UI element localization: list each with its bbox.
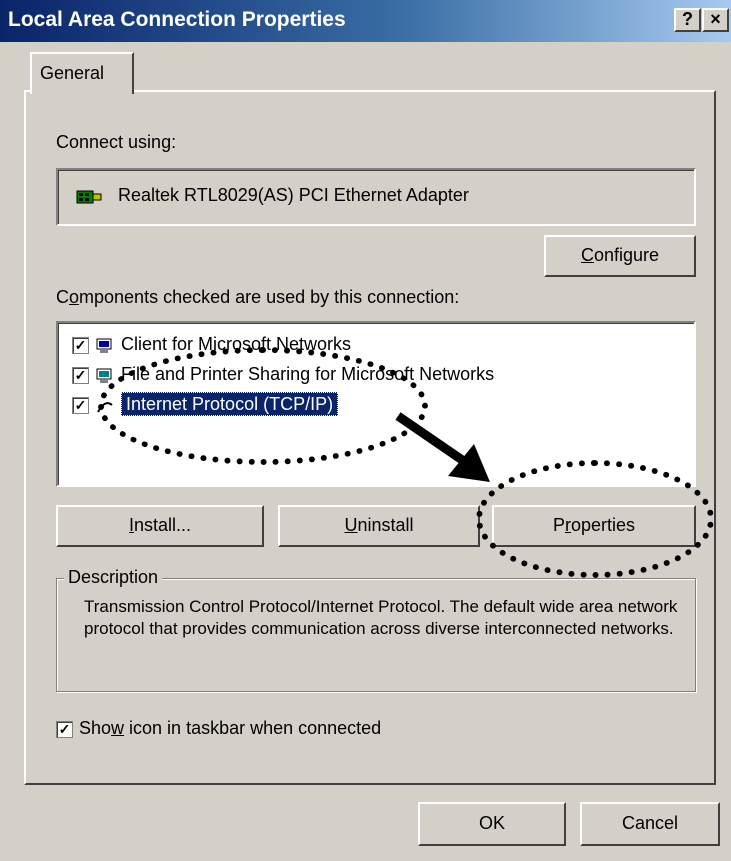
adapter-name: Realtek RTL8029(AS) PCI Ethernet Adapter — [118, 185, 469, 205]
close-button[interactable]: × — [702, 8, 729, 32]
title-bar[interactable]: Local Area Connection Properties ? × — [0, 0, 731, 42]
tab-general[interactable]: General — [30, 52, 134, 94]
network-client-icon — [95, 336, 115, 354]
ok-button[interactable]: OK — [418, 802, 566, 846]
configure-button[interactable]: Configure — [544, 235, 696, 277]
annotation-circle-properties — [476, 460, 714, 578]
annotation-arrow-icon — [395, 412, 490, 482]
annotation-circle-tcpip — [98, 347, 428, 465]
uninstall-button[interactable]: Uninstall — [278, 505, 480, 547]
description-text: Transmission Control Protocol/Internet P… — [84, 597, 678, 638]
help-button[interactable]: ? — [674, 8, 701, 32]
connect-using-label: Connect using: — [56, 132, 177, 152]
cancel-button[interactable]: Cancel — [580, 802, 720, 846]
show-icon-option[interactable]: ✓ Show icon in taskbar when connected — [56, 718, 381, 739]
show-icon-checkbox[interactable]: ✓ — [56, 720, 73, 738]
install-button[interactable]: Install... — [56, 505, 264, 547]
checkbox-tcpip[interactable]: ✓ — [72, 396, 89, 414]
checkbox-file-sharing[interactable]: ✓ — [72, 366, 89, 384]
description-title: Description — [64, 567, 163, 588]
components-label: Components checked are used by this conn… — [56, 287, 460, 307]
checkbox-client[interactable]: ✓ — [72, 336, 89, 354]
network-adapter-icon — [76, 188, 102, 211]
window-title: Local Area Connection Properties — [8, 8, 346, 31]
adapter-box: Realtek RTL8029(AS) PCI Ethernet Adapter — [56, 168, 696, 226]
